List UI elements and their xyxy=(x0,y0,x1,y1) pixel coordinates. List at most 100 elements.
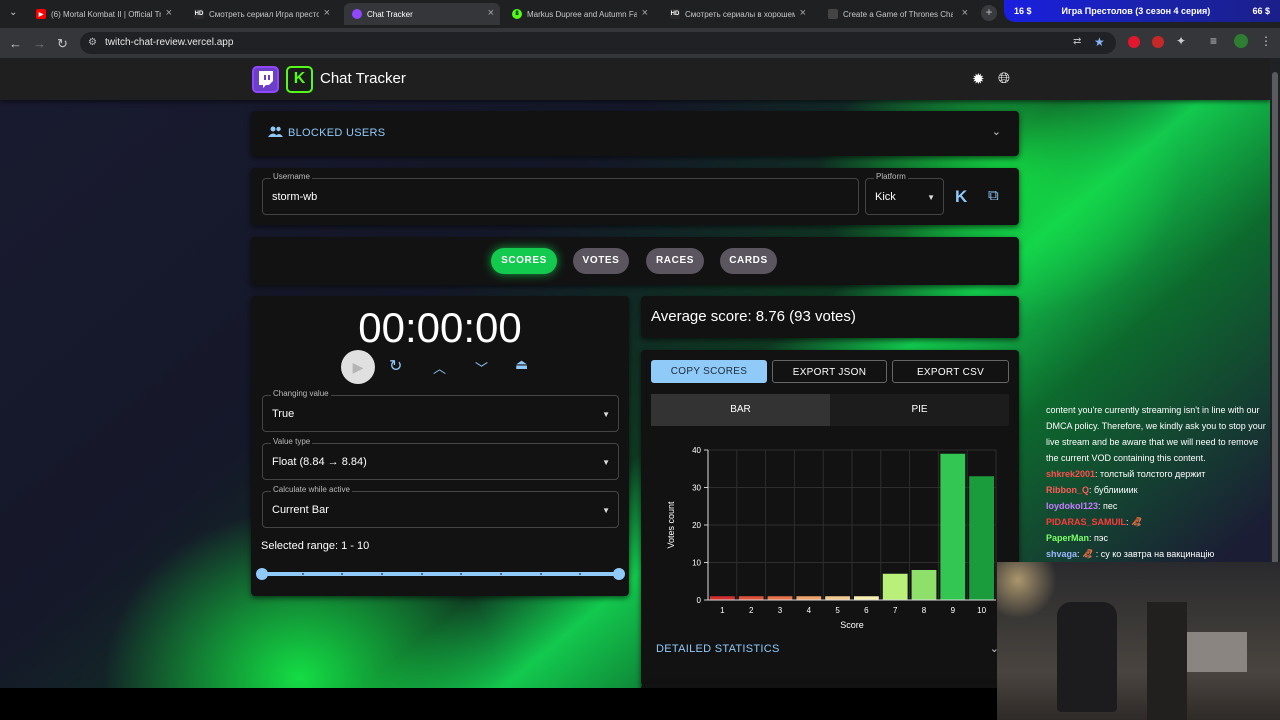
back-icon[interactable]: ← xyxy=(9,36,22,51)
tab-scores[interactable]: SCORES xyxy=(491,248,557,274)
reset-icon[interactable]: ↻ xyxy=(389,356,402,376)
browser-tab[interactable]: HD Смотреть сериалы в хорошем × xyxy=(662,3,812,25)
browser-tab[interactable]: 8 Markus Dupree and Autumn Fa × xyxy=(504,3,654,25)
chat-message: DMCA policy. Therefore, we kindly ask yo… xyxy=(1046,418,1280,434)
value-type-select[interactable]: Value type Float (8.84 → 8.84) ▼ xyxy=(262,437,619,480)
tab-title: (6) Mortal Kombat II | Official Tr xyxy=(51,9,161,19)
bookmark-star-icon[interactable]: ★ xyxy=(1094,35,1105,49)
dropdown-arrow-icon: ▼ xyxy=(602,410,610,419)
calculate-while-active-select[interactable]: Calculate while active Current Bar ▼ xyxy=(262,485,619,528)
tab-races[interactable]: RACES xyxy=(646,248,704,274)
browser-tab[interactable]: HD Смотреть сериал Игра престо × xyxy=(186,3,336,25)
value-type-label: Value type xyxy=(271,437,313,446)
tab-cards[interactable]: CARDS xyxy=(720,248,777,274)
chat-username[interactable]: Ribbon_Q xyxy=(1046,485,1089,495)
range-slider-track[interactable] xyxy=(262,572,619,576)
range-slider-max-thumb[interactable] xyxy=(613,568,625,580)
chat-message: content you're currently streaming isn't… xyxy=(1046,402,1280,418)
chat-username[interactable]: shkrek2001 xyxy=(1046,469,1095,479)
chat-username[interactable]: loydokol123 xyxy=(1046,501,1098,511)
chevron-down-icon[interactable]: ⌄ xyxy=(992,125,1001,138)
changing-value-label: Changing value xyxy=(271,389,331,398)
site-info-icon[interactable]: ⚙ xyxy=(88,37,97,48)
pie-toggle-button[interactable]: PIE xyxy=(830,394,1009,426)
promo-banner[interactable]: 16 $ Игра Престолов (3 сезон 4 серия) 66… xyxy=(1004,0,1280,22)
reading-list-icon[interactable]: ≡ xyxy=(1210,34,1217,48)
tab-title: Chat Tracker xyxy=(367,9,413,19)
kick-logo-icon[interactable]: K xyxy=(286,66,313,93)
range-slider-tick xyxy=(341,573,344,575)
y-tick-label: 30 xyxy=(692,484,701,493)
chat-message: shvaga: 🦧 : су ко завтра на вакцинацію xyxy=(1046,546,1280,562)
chat-tracker-icon xyxy=(352,9,362,19)
chat-username[interactable]: shvaga xyxy=(1046,549,1077,559)
tab-votes[interactable]: VOTES xyxy=(573,248,629,274)
tab-title: Markus Dupree and Autumn Fa xyxy=(527,9,637,19)
chevron-up-icon[interactable]: ︿ xyxy=(433,358,446,377)
detailed-statistics-label[interactable]: DETAILED STATISTICS xyxy=(656,643,780,655)
kick-connect-button[interactable]: K xyxy=(955,187,967,207)
eject-icon[interactable]: ⏏ xyxy=(515,356,528,373)
forward-icon[interactable]: → xyxy=(33,36,46,51)
mode-tabs-card: SCORES VOTES RACES CARDS xyxy=(251,237,1019,285)
username-value[interactable]: storm-wb xyxy=(272,191,317,203)
chat-message: live stream and be aware that we will ne… xyxy=(1046,434,1280,450)
dropdown-arrow-icon: ▼ xyxy=(927,193,935,202)
range-slider-tick xyxy=(301,573,304,575)
platform-select[interactable]: Platform Kick ▼ xyxy=(865,172,944,215)
tab-title: Смотреть сериал Игра престо xyxy=(209,9,319,19)
youtube-icon: ▶ xyxy=(36,9,46,19)
export-json-button[interactable]: EXPORT JSON xyxy=(772,360,887,383)
adblock-extension-icon[interactable] xyxy=(1152,36,1164,48)
export-csv-button[interactable]: EXPORT CSV xyxy=(892,360,1009,383)
brightness-icon[interactable]: ✹ xyxy=(972,70,985,88)
chat-text: : бублиииик xyxy=(1089,485,1138,495)
changing-value-select[interactable]: Changing value True ▼ xyxy=(262,389,619,432)
close-tab-icon[interactable]: × xyxy=(166,7,172,19)
bar-score-1 xyxy=(710,596,735,600)
blocked-users-accordion[interactable]: BLOCKED USERS ⌄ xyxy=(251,111,1019,156)
tab-search-chevron-icon[interactable]: ⌄ xyxy=(9,7,17,18)
browser-tab[interactable]: Create a Game of Thrones Cha × xyxy=(820,3,974,25)
chat-text: live stream and be aware that we will ne… xyxy=(1046,437,1259,447)
x-tick-label: 7 xyxy=(893,606,898,615)
close-tab-icon[interactable]: × xyxy=(324,7,330,19)
average-score-text: Average score: 8.76 (93 votes) xyxy=(651,308,856,325)
opera-extension-icon[interactable] xyxy=(1128,36,1140,48)
webcam-overlay xyxy=(997,562,1280,720)
bar-toggle-button[interactable]: BAR xyxy=(651,394,830,426)
range-slider-min-thumb[interactable] xyxy=(256,568,268,580)
url-field[interactable]: ⚙ twitch-chat-review.vercel.app ⇄ ★ xyxy=(80,32,1116,54)
y-tick-label: 20 xyxy=(692,521,701,530)
chat-username[interactable]: PaperMan xyxy=(1046,533,1089,543)
y-tick-label: 0 xyxy=(697,596,702,605)
close-tab-icon[interactable]: × xyxy=(642,7,648,19)
new-tab-button[interactable]: + xyxy=(981,5,997,21)
copy-scores-button[interactable]: COPY SCORES xyxy=(651,360,767,383)
translate-icon[interactable]: ⇄ xyxy=(1073,36,1081,47)
x-axis-label: Score xyxy=(840,620,864,630)
chat-message: PIDARAS_SAMUIL: 🦧 xyxy=(1046,514,1280,530)
profile-avatar[interactable] xyxy=(1234,34,1248,48)
browser-tab-active[interactable]: Chat Tracker × xyxy=(344,3,500,25)
username-label: Username xyxy=(271,172,312,181)
close-tab-icon[interactable]: × xyxy=(962,7,968,19)
play-icon[interactable]: ▶ xyxy=(341,350,375,384)
close-tab-icon[interactable]: × xyxy=(800,7,806,19)
promo-right: 66 $ xyxy=(1252,6,1270,16)
close-tab-icon[interactable]: × xyxy=(488,7,494,19)
copy-icon[interactable]: ⧉ xyxy=(988,187,999,204)
y-tick-label: 10 xyxy=(692,559,701,568)
chevron-down-icon[interactable]: ﹀ xyxy=(475,358,488,377)
browser-tab[interactable]: ▶ (6) Mortal Kombat II | Official Tr × xyxy=(28,3,178,25)
username-field[interactable]: Username storm-wb xyxy=(262,172,859,215)
browser-tab-bar: ⌄ ▶ (6) Mortal Kombat II | Official Tr ×… xyxy=(0,0,1280,28)
chat-username[interactable]: PIDARAS_SAMUIL xyxy=(1046,517,1126,527)
browser-menu-icon[interactable]: ⋮ xyxy=(1260,34,1272,48)
reload-icon[interactable]: ↻ xyxy=(57,36,68,52)
extensions-puzzle-icon[interactable]: ✦ xyxy=(1176,34,1186,48)
app-title: Chat Tracker xyxy=(320,70,406,87)
globe-icon[interactable]: 🌐︎ xyxy=(998,70,1010,87)
bar-score-3 xyxy=(767,596,793,600)
twitch-logo-icon[interactable] xyxy=(252,66,279,93)
